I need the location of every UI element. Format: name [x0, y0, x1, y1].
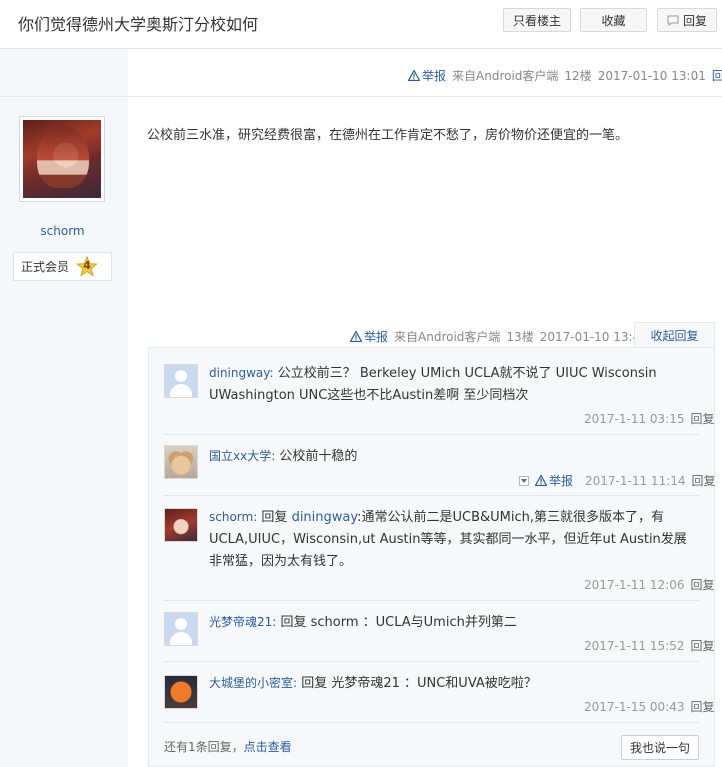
lzl-meta: 2017-1-15 00:43 回复: [584, 698, 715, 715]
lzl-meta: 2017-1-11 03:15 回复: [584, 410, 715, 427]
lzl-username[interactable]: 国立xx大学:: [209, 449, 275, 463]
lzl-avatar[interactable]: [164, 364, 198, 398]
report-label: 举报: [549, 474, 574, 488]
collapse-replies-tab[interactable]: 收起回复: [634, 322, 715, 348]
post-time: 2017-01-10 13:47: [539, 329, 648, 344]
author-avatar[interactable]: [19, 116, 105, 202]
post-content: 公校前三水准，研究经费很富，在德州在工作肯定不愁了，房价物价还便宜的一笔。: [147, 128, 629, 143]
thread-title: 你们觉得德州大学奥斯汀分校如何: [18, 15, 259, 34]
lzl-content: 公立校前三？ Berkeley UMich UCLA就不说了 UIUC Wisc…: [277, 366, 657, 381]
report-link[interactable]: 举报: [408, 67, 446, 84]
lzl-meta: 2017-1-11 15:52 回复: [584, 637, 715, 654]
lzl-item-1: diningway: 公立校前三？ Berkeley UMich UCLA就不说…: [209, 362, 657, 407]
report-label: 举报: [364, 330, 389, 344]
lzl-content: 回复 光梦帝魂21 ：UNC和UVA被吃啦？: [301, 676, 537, 691]
lzl-reply-link[interactable]: 回复: [691, 698, 715, 715]
lzl-username[interactable]: 大城堡的小密室:: [209, 676, 297, 690]
floor-reply-link[interactable]: 回复: [712, 67, 722, 84]
client-source: 来自Android客户端: [452, 69, 559, 83]
client-source: 来自Android客户端: [394, 330, 501, 344]
floor-divider: [0, 96, 722, 97]
favorite-button[interactable]: 收藏: [580, 8, 647, 32]
lzl-reply-link[interactable]: 回复: [691, 410, 715, 427]
lzl-content: 公校前十稳的: [279, 449, 358, 464]
lzl-report-link[interactable]: 举报: [535, 472, 573, 489]
lzl-username[interactable]: schorm:: [209, 510, 257, 524]
lzl-content-cont: 非常猛，因为太有钱了。: [209, 554, 353, 569]
lzl-avatar[interactable]: [164, 445, 198, 479]
lzl-separator: [163, 600, 699, 601]
warning-icon: [350, 331, 362, 342]
level-star-icon: 4: [76, 255, 98, 277]
report-label: 举报: [422, 69, 447, 83]
lzl-username[interactable]: 光梦帝魂21:: [209, 615, 276, 629]
lzl-username[interactable]: diningway:: [209, 366, 274, 380]
lzl-item-2: 国立xx大学: 公校前十稳的: [209, 445, 357, 468]
floor13-meta: 举报 来自Android客户端 13楼 2017-01-10 13:47: [350, 328, 648, 345]
lzl-time: 2017-1-11 03:15: [584, 411, 685, 426]
add-comment-button[interactable]: 我也说一句: [621, 735, 699, 760]
lzl-reply-link[interactable]: 回复: [691, 576, 715, 593]
floor-number: 13楼: [506, 330, 534, 344]
post-time: 2017-01-10 13:01: [597, 68, 706, 83]
view-more-link[interactable]: 点击查看: [244, 740, 292, 754]
lzl-reply-link[interactable]: 回复: [692, 472, 716, 489]
chevron-down-icon[interactable]: [519, 475, 529, 486]
lzl-content-cont: UCLA,UIUC，Wisconsin,ut Austin等等，其实都同一水平，…: [209, 532, 687, 547]
lzl-separator: [163, 495, 699, 496]
lzl-item-4: 光梦帝魂21: 回复 schorm ：UCLA与Umich并列第二: [209, 611, 517, 634]
lzl-reply-target[interactable]: diningway: [292, 510, 358, 525]
lzl-avatar[interactable]: [164, 675, 198, 709]
lzl-time: 2017-1-11 11:14: [585, 473, 686, 488]
lzl-avatar[interactable]: [164, 612, 198, 646]
comment-icon: [667, 15, 679, 26]
lzl-avatar[interactable]: [164, 508, 198, 542]
report-link[interactable]: 举报: [350, 328, 388, 345]
floor12-meta: 举报 来自Android客户端 12楼 2017-01-10 13:01 回复: [408, 67, 722, 84]
reply-button[interactable]: 回复: [657, 8, 717, 32]
lzl-item-5: 大城堡的小密室: 回复 光梦帝魂21 ：UNC和UVA被吃啦？: [209, 672, 537, 695]
lzl-content: 回复 schorm ：UCLA与Umich并列第二: [280, 615, 517, 630]
level-number: 4: [83, 258, 91, 272]
lzl-content: :通常公认前二是UCB&UMich,第三就很多版本了，有: [357, 510, 665, 525]
warning-icon: [535, 475, 547, 486]
lzl-separator: [163, 434, 699, 435]
default-user-avatar: [165, 613, 197, 645]
more-replies: 还有1条回复，点击查看: [164, 738, 292, 755]
girl-user-avatar: [165, 509, 197, 541]
author-username[interactable]: schorm: [0, 224, 125, 238]
lzl-separator: [163, 661, 699, 662]
lzl-separator: [163, 722, 699, 723]
lzl-time: 2017-1-15 00:43: [584, 699, 685, 714]
more-replies-text: 还有1条回复，: [164, 740, 244, 754]
lzl-time: 2017-1-11 15:52: [584, 638, 685, 653]
only-op-button[interactable]: 只看楼主: [503, 8, 571, 32]
default-user-avatar: [165, 365, 197, 397]
lzl-time: 2017-1-11 12:06: [584, 577, 685, 592]
floor-number: 12楼: [564, 69, 592, 83]
warning-icon: [408, 70, 420, 81]
lzl-meta: 2017-1-11 12:06 回复: [584, 576, 715, 593]
lzl-item-3: schorm: 回复 diningway:通常公认前二是UCB&UMich,第三…: [209, 506, 687, 573]
cat-user-avatar: [165, 446, 197, 478]
lzl-reply-link[interactable]: 回复: [691, 637, 715, 654]
lzl-content-cont: UWashington UNC这些也不比Austin差啊 至少同档次: [209, 388, 529, 403]
lzl-meta: 举报 2017-1-11 11:14 回复: [519, 472, 716, 489]
reply-button-label: 回复: [682, 13, 707, 28]
avatar-image: [23, 120, 101, 198]
lzl-reply-word: 回复: [261, 510, 288, 525]
member-badge: 正式会员 4: [13, 252, 112, 281]
orange-user-avatar: [165, 676, 197, 708]
member-label: 正式会员: [21, 260, 70, 274]
